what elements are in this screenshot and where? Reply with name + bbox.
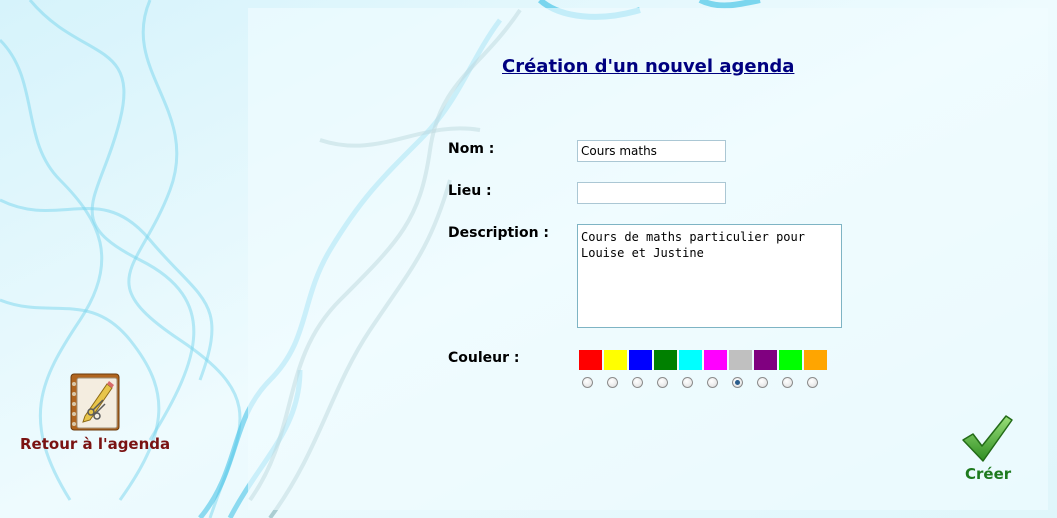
color-radio[interactable] [681, 377, 693, 388]
color-swatch [604, 350, 627, 370]
color-swatch [704, 350, 727, 370]
checkmark-icon[interactable] [960, 414, 1014, 464]
color-swatch [804, 350, 827, 370]
color-radio[interactable] [731, 377, 743, 388]
color-swatch [579, 350, 602, 370]
place-label: Lieu : [448, 183, 492, 199]
name-label: Nom : [448, 141, 495, 157]
color-radio[interactable] [581, 377, 593, 388]
color-radio-wrapper [629, 377, 654, 393]
color-swatches [579, 350, 829, 370]
color-label: Couleur : [448, 350, 520, 366]
color-swatch [654, 350, 677, 370]
place-input[interactable] [577, 182, 726, 204]
color-radio[interactable] [706, 377, 718, 388]
color-radio[interactable] [631, 377, 643, 388]
color-radio-wrapper [579, 377, 604, 393]
color-radio-wrapper [754, 377, 779, 393]
description-textarea[interactable]: Cours de maths particulier pour Louise e… [577, 224, 842, 328]
color-swatch [679, 350, 702, 370]
color-radio-wrapper [729, 377, 754, 393]
color-swatch [629, 350, 652, 370]
page-title: Création d'un nouvel agenda [502, 56, 795, 77]
color-radio[interactable] [781, 377, 793, 388]
color-radio[interactable] [606, 377, 618, 388]
color-radio-wrapper [779, 377, 804, 393]
color-swatch [729, 350, 752, 370]
color-radio-wrapper [604, 377, 629, 393]
description-label: Description : [448, 225, 550, 241]
color-radio[interactable] [756, 377, 768, 388]
notebook-pencil-icon[interactable] [67, 370, 123, 432]
color-radio-wrapper [654, 377, 679, 393]
back-to-agenda-link[interactable]: Retour à l'agenda [20, 435, 170, 453]
color-radio[interactable] [656, 377, 668, 388]
create-button[interactable]: Créer [965, 465, 1011, 483]
color-swatch [779, 350, 802, 370]
color-radio-wrapper [704, 377, 729, 393]
color-radio-group [579, 377, 829, 393]
color-swatch [754, 350, 777, 370]
name-input[interactable] [577, 140, 726, 162]
color-radio-wrapper [679, 377, 704, 393]
color-radio-wrapper [804, 377, 829, 393]
color-radio[interactable] [806, 377, 818, 388]
